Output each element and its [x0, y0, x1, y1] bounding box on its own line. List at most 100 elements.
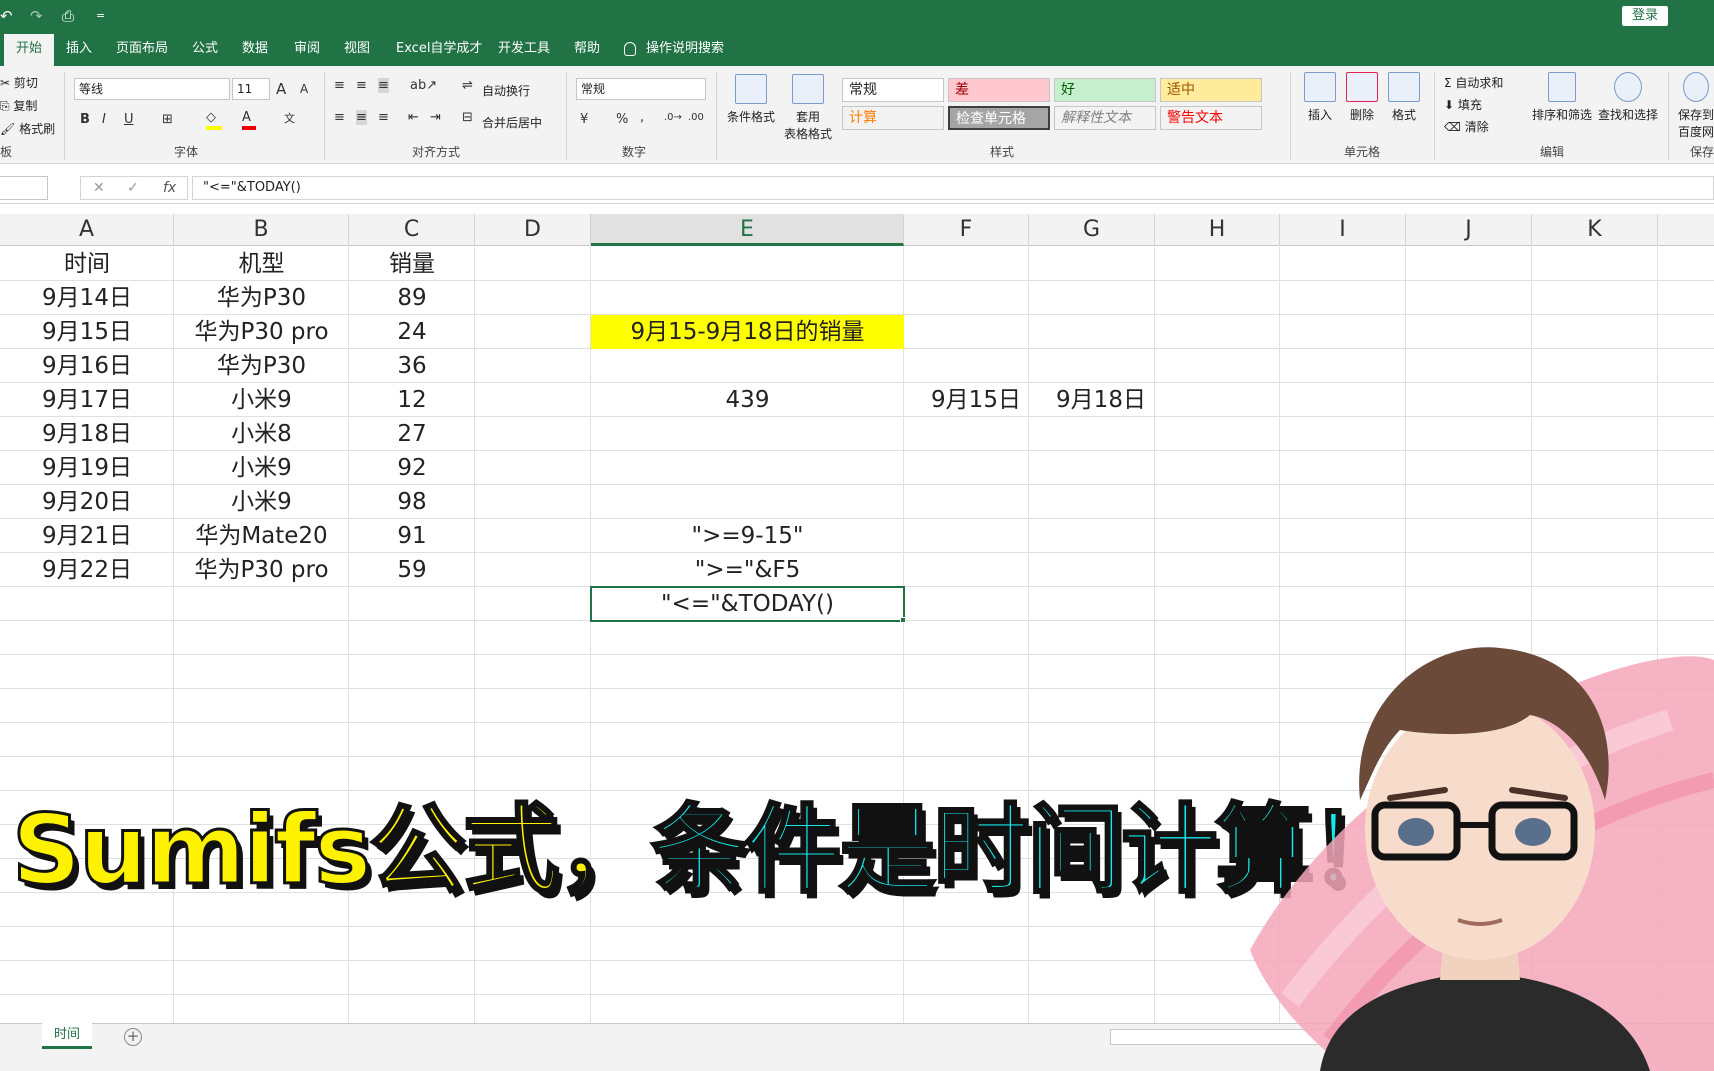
cell-e9-criteria[interactable]: ">=9-15" — [591, 519, 904, 553]
copy-button[interactable]: ⎘ 复制 — [0, 97, 37, 114]
table-cell-model[interactable]: 小米9 — [174, 485, 349, 519]
column-header-f[interactable]: F — [904, 214, 1029, 246]
cell-style-0[interactable]: 常规 — [842, 78, 944, 102]
table-cell-sales[interactable]: 12 — [349, 383, 475, 417]
cell-e5-result[interactable]: 439 — [591, 383, 904, 417]
cell-style-7[interactable]: 警告文本 — [1160, 106, 1262, 130]
increase-decimal-icon[interactable]: .0→ — [664, 112, 682, 123]
font-color-icon[interactable]: A — [242, 110, 256, 130]
find-select-button[interactable]: 查找和选择 — [1596, 72, 1660, 123]
cell-e3-title[interactable]: 9月15-9月18日的销量 — [591, 315, 904, 349]
table-cell-date[interactable]: 9月15日 — [0, 315, 174, 349]
table-cell-model[interactable]: 小米9 — [174, 451, 349, 485]
format-as-table-button[interactable]: 套用 表格格式 — [778, 74, 838, 142]
table-cell-sales[interactable]: 59 — [349, 553, 475, 587]
formula-input[interactable]: "<="&TODAY() — [192, 176, 1714, 200]
font-family-select[interactable]: 等线 — [74, 78, 230, 100]
tab-view[interactable]: 视图 — [334, 34, 380, 66]
tab-developer[interactable]: 开发工具 — [488, 34, 560, 66]
fill-button[interactable]: ⬇ 填充 — [1444, 96, 1482, 113]
column-header-c[interactable]: C — [349, 214, 475, 246]
cell-style-1[interactable]: 差 — [948, 78, 1050, 102]
cancel-icon[interactable]: ✕ — [93, 180, 105, 196]
column-header-d[interactable]: D — [475, 214, 591, 246]
tab-formulas[interactable]: 公式 — [182, 34, 228, 66]
align-center-icon[interactable]: ≡ — [356, 110, 367, 125]
table-cell-model[interactable]: 小米9 — [174, 383, 349, 417]
italic-button[interactable]: I — [102, 112, 106, 127]
table-cell-sales[interactable]: 89 — [349, 281, 475, 315]
align-bottom-icon[interactable]: ≡ — [378, 78, 389, 93]
column-header-e[interactable]: E — [591, 214, 904, 246]
bold-button[interactable]: B — [80, 112, 90, 127]
decrease-indent-icon[interactable]: ⇤ — [408, 110, 419, 125]
table-cell-date[interactable]: 9月18日 — [0, 417, 174, 451]
autosum-button[interactable]: Σ 自动求和 — [1444, 74, 1503, 91]
table-cell-model[interactable]: 华为P30 — [174, 349, 349, 383]
align-top-icon[interactable]: ≡ — [334, 78, 345, 93]
column-header-a[interactable]: A — [0, 214, 174, 246]
comma-button[interactable]: , — [640, 110, 644, 125]
tab-page-layout[interactable]: 页面布局 — [106, 34, 178, 66]
cell-style-6[interactable]: 解释性文本 — [1054, 106, 1156, 130]
header-cell-sales[interactable]: 销量 — [349, 247, 475, 281]
table-cell-date[interactable]: 9月20日 — [0, 485, 174, 519]
column-header-b[interactable]: B — [174, 214, 349, 246]
number-format-select[interactable]: 常规 — [576, 78, 706, 100]
table-cell-date[interactable]: 9月16日 — [0, 349, 174, 383]
table-cell-model[interactable]: 小米8 — [174, 417, 349, 451]
login-button[interactable]: 登录 — [1622, 6, 1668, 26]
name-box[interactable] — [0, 176, 48, 200]
print-preview-icon[interactable]: ⎙ — [62, 6, 74, 26]
column-header-k[interactable]: K — [1532, 214, 1658, 246]
table-cell-sales[interactable]: 27 — [349, 417, 475, 451]
table-cell-date[interactable]: 9月21日 — [0, 519, 174, 553]
tab-data[interactable]: 数据 — [232, 34, 278, 66]
merge-center-button[interactable]: 合并后居中 — [482, 114, 542, 131]
cell-e10-criteria[interactable]: ">="&F5 — [591, 553, 904, 587]
format-painter-button[interactable]: 🖌 格式刷 — [0, 120, 55, 137]
header-cell-model[interactable]: 机型 — [174, 247, 349, 281]
clear-button[interactable]: ⌫ 清除 — [1444, 118, 1489, 135]
align-right-icon[interactable]: ≡ — [378, 110, 389, 125]
sheet-tab-time[interactable]: 时间 — [42, 1023, 92, 1049]
column-header-h[interactable]: H — [1155, 214, 1280, 246]
table-cell-model[interactable]: 华为Mate20 — [174, 519, 349, 553]
cut-button[interactable]: ✂ 剪切 — [0, 74, 38, 91]
table-cell-date[interactable]: 9月17日 — [0, 383, 174, 417]
table-cell-model[interactable]: 华为P30 — [174, 281, 349, 315]
column-header-g[interactable]: G — [1029, 214, 1155, 246]
wrap-text-icon[interactable]: ⇌ — [462, 78, 473, 93]
table-cell-sales[interactable]: 92 — [349, 451, 475, 485]
tab-review[interactable]: 审阅 — [284, 34, 330, 66]
table-cell-sales[interactable]: 36 — [349, 349, 475, 383]
tell-me-search[interactable]: 操作说明搜索 — [624, 34, 724, 66]
align-middle-icon[interactable]: ≡ — [356, 78, 367, 93]
currency-icon[interactable]: ¥ — [580, 112, 588, 127]
table-cell-sales[interactable]: 24 — [349, 315, 475, 349]
insert-cells-button[interactable]: 插入 — [1300, 72, 1340, 123]
header-cell-time[interactable]: 时间 — [0, 247, 174, 281]
font-size-select[interactable]: 11 — [232, 78, 270, 100]
sort-filter-button[interactable]: 排序和筛选 — [1530, 72, 1594, 123]
column-header-j[interactable]: J — [1406, 214, 1532, 246]
qat-customize-icon[interactable]: = — [96, 6, 105, 26]
tab-help[interactable]: 帮助 — [564, 34, 610, 66]
add-sheet-icon[interactable]: + — [124, 1028, 142, 1046]
enter-icon[interactable]: ✓ — [127, 180, 139, 196]
column-header-i[interactable]: I — [1280, 214, 1406, 246]
fill-handle[interactable] — [900, 617, 906, 623]
shrink-font-icon[interactable]: A — [300, 82, 308, 96]
tab-insert[interactable]: 插入 — [56, 34, 102, 66]
table-cell-date[interactable]: 9月14日 — [0, 281, 174, 315]
table-cell-model[interactable]: 华为P30 pro — [174, 553, 349, 587]
increase-indent-icon[interactable]: ⇥ — [430, 110, 441, 125]
decrease-decimal-icon[interactable]: .00 — [688, 112, 704, 123]
table-cell-date[interactable]: 9月22日 — [0, 553, 174, 587]
tab-excel-self-study[interactable]: Excel自学成才 — [386, 34, 492, 66]
redo-icon[interactable]: ↷ — [30, 6, 43, 26]
border-icon[interactable]: ⊞ — [162, 112, 173, 127]
cell-style-4[interactable]: 计算 — [842, 106, 944, 130]
insert-function-icon[interactable]: fx — [163, 180, 176, 196]
format-cells-button[interactable]: 格式 — [1384, 72, 1424, 123]
